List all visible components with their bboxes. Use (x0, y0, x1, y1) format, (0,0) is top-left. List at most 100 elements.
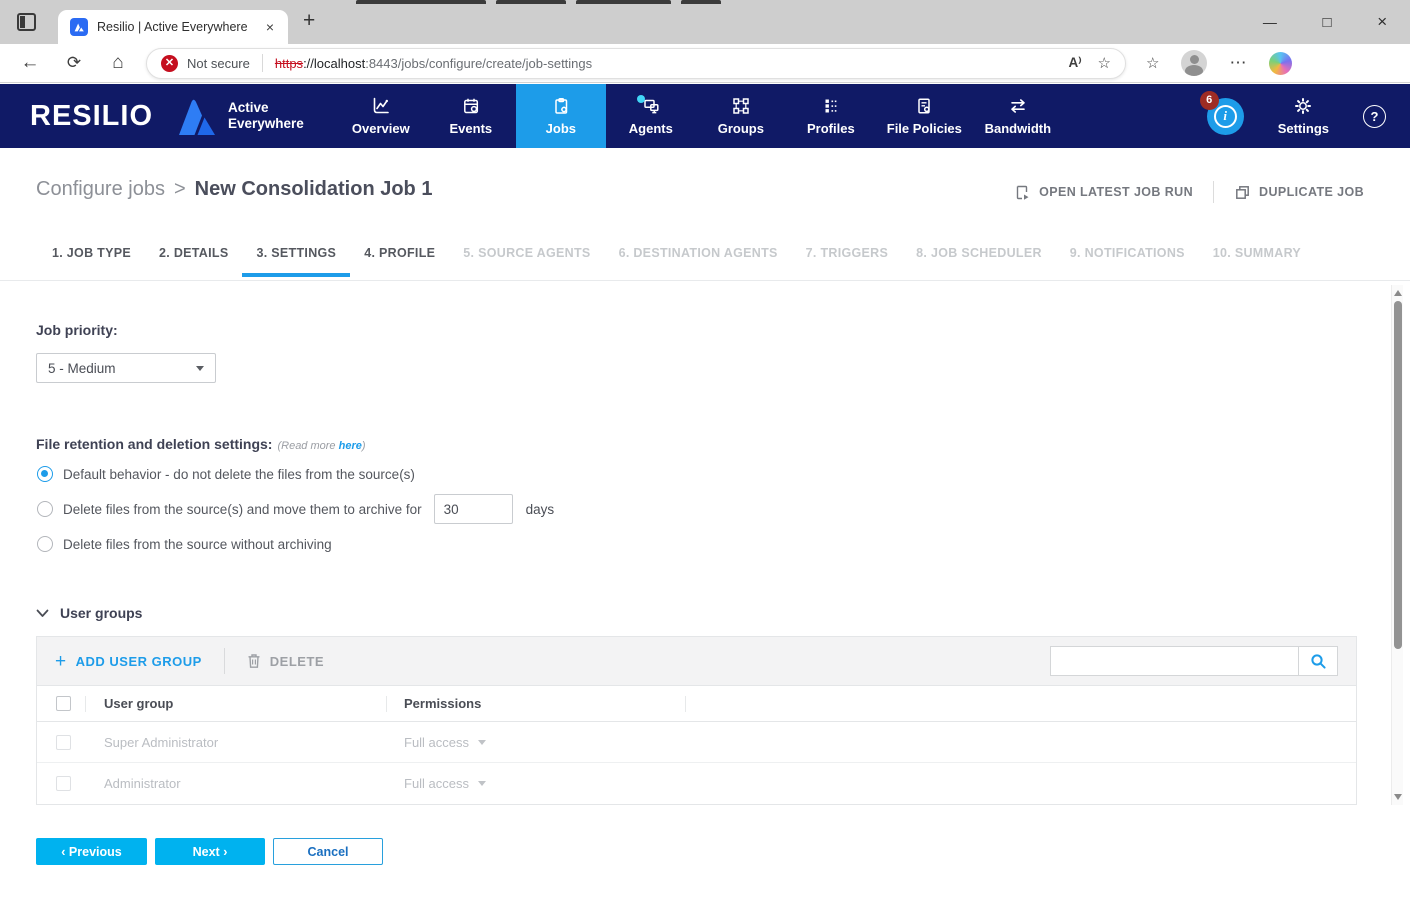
browser-tab[interactable]: Resilio | Active Everywhere × (58, 10, 288, 44)
job-priority-select[interactable]: 5 - Medium (36, 353, 216, 383)
resilio-wordmark: RESILIO (30, 99, 154, 132)
radio-selected-icon[interactable] (37, 466, 53, 482)
nav-item-profiles[interactable]: Profiles (786, 84, 876, 148)
chevron-down-icon (478, 739, 487, 745)
table-row[interactable]: Super Administrator Full access (37, 722, 1356, 763)
brand: RESILIO Active Everywhere (30, 84, 304, 148)
content-scrollbar[interactable] (1391, 285, 1403, 805)
refresh-button[interactable]: ⟳ (52, 53, 96, 73)
previous-button[interactable]: ‹ Previous (36, 838, 147, 865)
archive-days-input[interactable] (433, 494, 513, 524)
table-row[interactable]: Administrator Full access (37, 763, 1356, 804)
step-profile[interactable]: 4. PROFILE (350, 240, 449, 277)
favorite-star-icon[interactable]: ☆ (1098, 54, 1111, 72)
not-secure-icon[interactable]: ✕ (161, 54, 178, 72)
radio-icon[interactable] (37, 501, 53, 517)
table-toolbar: + ADD USER GROUP DELETE (37, 637, 1356, 685)
address-divider (261, 54, 263, 72)
browser-toolbar: ← ⟳ ⌂ ✕ Not secure https://localhost:844… (0, 44, 1410, 83)
tab-workspaces-icon[interactable] (17, 13, 36, 31)
actions-divider (1213, 181, 1215, 203)
address-bar[interactable]: ✕ Not secure https://localhost:8443/jobs… (146, 47, 1126, 79)
user-groups-section-toggle[interactable]: User groups (36, 605, 142, 621)
overview-chart-icon (373, 97, 389, 114)
user-groups-title: User groups (60, 605, 143, 621)
permissions-select[interactable]: Full access (387, 735, 685, 750)
step-triggers: 7. TRIGGERS (805, 246, 889, 260)
tab-close-icon[interactable]: × (262, 19, 278, 35)
back-button[interactable]: ← (8, 52, 52, 74)
background-window-artifact (356, 0, 721, 4)
info-icon: i (1213, 104, 1237, 128)
nav-item-groups[interactable]: Groups (696, 84, 786, 148)
user-group-name: Administrator (104, 776, 181, 791)
step-details[interactable]: 2. DETAILS (145, 240, 242, 277)
browser-menu-icon[interactable]: ⋯ (1229, 53, 1247, 73)
scrollbar-thumb[interactable] (1394, 301, 1402, 649)
cancel-button[interactable]: Cancel (273, 838, 383, 865)
file-policies-document-icon (918, 98, 931, 114)
search-icon (1310, 653, 1326, 669)
step-job-type[interactable]: 1. JOB TYPE (38, 240, 145, 277)
column-user-group: User group (104, 696, 174, 711)
nav-item-jobs[interactable]: Jobs (515, 84, 606, 148)
app-navbar: RESILIO Active Everywhere Overview Event… (0, 84, 1410, 148)
chevron-down-icon (478, 781, 487, 786)
not-secure-label[interactable]: Not secure (187, 56, 250, 71)
window-minimize-button[interactable]: — (1263, 14, 1277, 30)
open-job-run-icon (1016, 185, 1029, 200)
select-all-checkbox[interactable] (56, 696, 71, 711)
window-maximize-button[interactable]: □ (1322, 14, 1331, 31)
retention-option-delete[interactable]: Delete files from the source without arc… (37, 536, 332, 552)
search-button[interactable] (1298, 646, 1338, 676)
active-everywhere-logo-icon (179, 99, 216, 135)
duplicate-job-button[interactable]: DUPLICATE JOB (1234, 184, 1364, 201)
new-tab-button[interactable]: + (303, 9, 315, 33)
breadcrumb-parent[interactable]: Configure jobs (36, 178, 165, 201)
notifications-button[interactable]: i 6 (1199, 90, 1244, 135)
read-aloud-icon[interactable]: A⁾ (1068, 55, 1081, 71)
favorites-bar-icon[interactable]: ☆ (1146, 54, 1159, 72)
step-settings[interactable]: 3. SETTINGS (242, 240, 351, 277)
open-latest-job-run-button[interactable]: OPEN LATEST JOB RUN (1014, 184, 1193, 201)
nav-item-agents[interactable]: Agents (606, 84, 696, 148)
column-permissions: Permissions (404, 696, 482, 711)
row-checkbox[interactable] (56, 734, 71, 750)
step-summary: 10. SUMMARY (1212, 246, 1302, 260)
scroll-up-icon[interactable] (1394, 290, 1402, 296)
browser-titlebar: Resilio | Active Everywhere × + — □ × (0, 0, 1410, 44)
add-user-group-button[interactable]: + ADD USER GROUP (55, 652, 202, 671)
row-checkbox[interactable] (56, 776, 71, 791)
retention-label: File retention and deletion settings: (Re… (36, 436, 366, 452)
copilot-icon[interactable] (1269, 51, 1293, 75)
home-button[interactable]: ⌂ (96, 52, 140, 74)
retention-option-archive[interactable]: Delete files from the source(s) and move… (37, 494, 554, 524)
groups-nodes-icon (733, 98, 749, 114)
plus-icon: + (55, 650, 67, 672)
permissions-select[interactable]: Full access (387, 776, 685, 791)
notification-badge: 6 (1199, 90, 1219, 110)
search-input[interactable] (1050, 646, 1298, 676)
chevron-down-icon (36, 609, 49, 617)
user-group-name: Super Administrator (104, 734, 219, 750)
browser-profile-avatar[interactable] (1181, 50, 1208, 76)
nav-item-file-policies[interactable]: File Policies (876, 84, 973, 148)
help-icon[interactable]: ? (1363, 104, 1386, 128)
retention-option-default[interactable]: Default behavior - do not delete the fil… (37, 466, 415, 482)
next-button[interactable]: Next › (155, 838, 265, 865)
url-text[interactable]: https://localhost:8443/jobs/configure/cr… (275, 56, 592, 71)
nav-item-events[interactable]: Events (426, 84, 516, 148)
jobs-clipboard-icon (555, 97, 568, 114)
toolbar-divider (223, 648, 225, 674)
chevron-down-icon (196, 365, 204, 371)
tab-title: Resilio | Active Everywhere (97, 20, 248, 34)
delete-button[interactable]: DELETE (247, 653, 324, 669)
nav-item-overview[interactable]: Overview (336, 84, 426, 148)
read-more-link[interactable]: here (339, 440, 362, 452)
nav-item-bandwidth[interactable]: Bandwidth (973, 84, 1063, 148)
scroll-down-icon[interactable] (1394, 794, 1402, 800)
radio-icon[interactable] (37, 536, 53, 552)
window-close-button[interactable]: × (1377, 12, 1387, 32)
wizard-footer: ‹ Previous Next › Cancel (36, 838, 383, 865)
nav-item-settings[interactable]: Settings (1278, 96, 1329, 136)
